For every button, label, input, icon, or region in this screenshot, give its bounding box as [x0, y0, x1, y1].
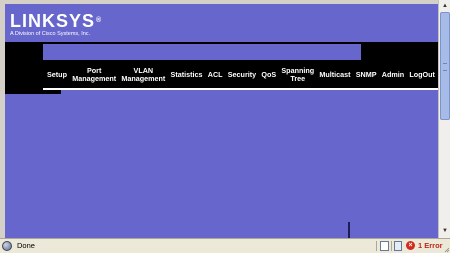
logo-wordmark-text: LINKSYS — [10, 11, 96, 31]
header-left-block — [5, 42, 43, 94]
error-count[interactable]: 1 Error — [418, 241, 443, 251]
globe-icon — [2, 241, 12, 251]
header-right-block — [361, 42, 438, 62]
vertical-scrollbar[interactable]: ▲ ▼ — [438, 0, 450, 238]
menu-item-spanning-tree[interactable]: Spanning Tree — [281, 67, 314, 83]
menu-item-security[interactable]: Security — [228, 71, 256, 79]
chevron-up-icon[interactable]: ▲ — [440, 1, 450, 11]
menu-item-vlan-management[interactable]: VLAN Management — [121, 67, 165, 83]
menu-item-snmp[interactable]: SNMP — [356, 71, 377, 79]
menu-item-acl[interactable]: ACL — [208, 71, 223, 79]
main-menu: Setup Port Management VLAN Management St… — [43, 62, 438, 88]
browser-window: LINKSYS® A Division of Cisco Systems, In… — [0, 0, 450, 253]
error-icon[interactable]: × — [406, 241, 415, 250]
status-divider — [391, 241, 392, 251]
document-icon[interactable] — [394, 241, 402, 251]
page-title-bar — [43, 42, 361, 62]
page-info-icon[interactable] — [380, 241, 389, 251]
menu-item-port-management[interactable]: Port Management — [72, 67, 116, 83]
logo-subtitle: A Division of Cisco Systems, Inc. — [10, 31, 91, 37]
status-text: Done — [17, 241, 35, 250]
frame-divider[interactable] — [348, 222, 350, 238]
scrollbar-grip-icon — [443, 63, 447, 71]
menu-item-multicast[interactable]: Multicast — [319, 71, 350, 79]
menu-underline-tab — [43, 90, 61, 94]
menu-item-setup[interactable]: Setup — [47, 71, 67, 79]
logo-registered-mark: ® — [96, 17, 103, 24]
status-divider — [376, 241, 377, 251]
scrollbar-thumb[interactable] — [440, 12, 450, 120]
linksys-logo: LINKSYS® A Division of Cisco Systems, In… — [10, 12, 102, 38]
logo-wordmark: LINKSYS® — [10, 12, 102, 30]
chevron-down-icon[interactable]: ▼ — [440, 226, 450, 236]
menu-underline — [43, 88, 438, 90]
menu-item-admin[interactable]: Admin — [382, 71, 404, 79]
menu-item-qos[interactable]: QoS — [261, 71, 276, 79]
menu-item-logout[interactable]: LogOut — [409, 71, 435, 79]
page-viewport: LINKSYS® A Division of Cisco Systems, In… — [5, 4, 438, 238]
resize-grip-icon[interactable] — [444, 247, 450, 253]
menu-item-statistics[interactable]: Statistics — [171, 71, 203, 79]
status-bar: Done × 1 Error — [0, 238, 450, 253]
